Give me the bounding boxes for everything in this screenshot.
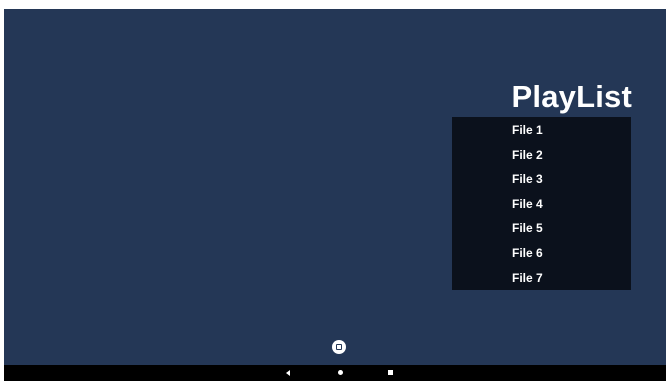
playlist-panel: File 1 File 2 File 3 File 4 File 5 File … [452,117,631,290]
nav-back-button[interactable] [281,365,295,381]
playlist-title: PlayList [511,79,632,114]
recent-apps-square-icon [388,370,393,375]
nav-recent-apps-button[interactable] [384,365,398,381]
nav-home-button[interactable] [333,365,347,381]
home-dot-icon [338,370,343,375]
back-triangle-icon [286,370,290,376]
playlist-item-file-1[interactable]: File 1 [512,121,543,139]
playlist-item-file-7[interactable]: File 7 [512,269,543,287]
playlist-item-file-4[interactable]: File 4 [512,195,543,213]
playlist-item-file-6[interactable]: File 6 [512,244,543,262]
playlist-item-file-5[interactable]: File 5 [512,219,543,237]
square-in-circle-icon [336,344,342,350]
navigation-bar [4,365,666,381]
playlist-item-file-2[interactable]: File 2 [512,146,543,164]
playlist-item-file-3[interactable]: File 3 [512,170,543,188]
app-screen: PlayList File 1 File 2 File 3 File 4 Fil… [4,9,666,381]
floating-menu-button[interactable] [332,340,346,354]
